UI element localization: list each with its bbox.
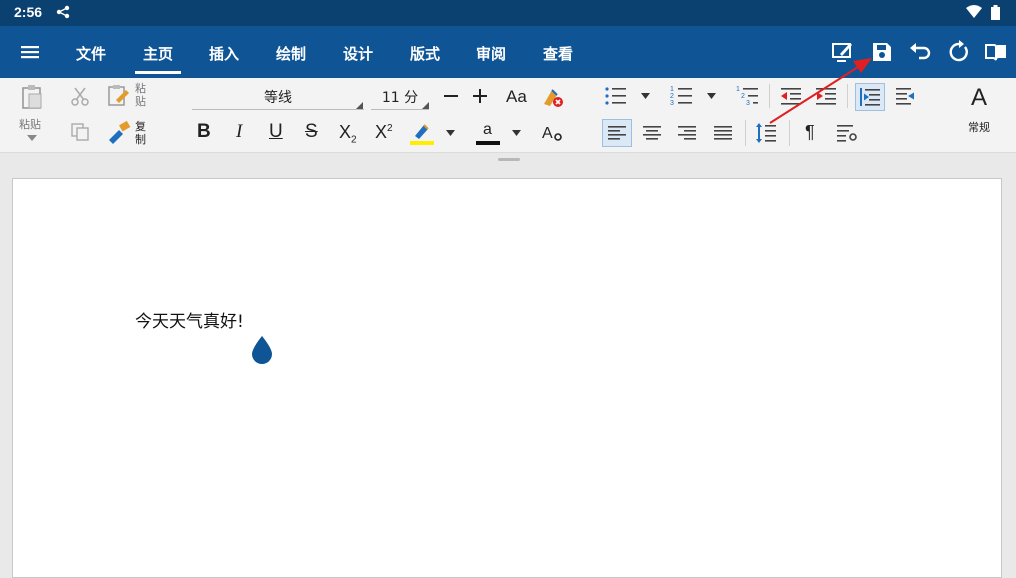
share-icon (56, 5, 70, 19)
font-size-value: 11 分 (381, 89, 419, 106)
divider (789, 120, 790, 146)
tab-home[interactable]: 主页 (134, 43, 182, 74)
hamburger-menu-icon[interactable] (18, 40, 42, 64)
paste-icon[interactable] (20, 84, 44, 110)
rtl-direction-icon[interactable] (895, 86, 917, 106)
document-page[interactable]: 今天天气真好! (12, 178, 1002, 578)
wifi-icon (966, 5, 982, 18)
save-icon[interactable] (870, 40, 894, 64)
numbered-list-icon[interactable]: 1 2 3 (670, 84, 694, 108)
styles-icon[interactable]: A (971, 84, 987, 112)
divider (847, 84, 848, 108)
font-name-dropdown-icon[interactable] (356, 102, 363, 109)
font-color-dropdown-icon[interactable] (512, 130, 521, 136)
divider (745, 120, 746, 146)
subscript-icon[interactable]: X2 (339, 122, 357, 146)
multilevel-list-icon[interactable]: 1 2 3 (736, 84, 760, 108)
ribbon-collapse-handle[interactable] (498, 158, 520, 161)
copy-icon[interactable] (70, 122, 90, 142)
highlight-dropdown-icon[interactable] (446, 130, 455, 136)
cut-icon[interactable] (70, 86, 90, 106)
increase-font-icon[interactable] (471, 87, 489, 105)
italic-icon[interactable]: I (236, 121, 242, 143)
battery-icon (991, 5, 1000, 20)
strikethrough-icon[interactable]: S (305, 121, 318, 143)
svg-text:a: a (483, 121, 492, 138)
paste-special-label: 粘贴 (135, 82, 146, 108)
divider (769, 84, 770, 108)
align-left-button[interactable] (602, 119, 632, 147)
font-size-dropdown-icon[interactable] (422, 102, 429, 109)
tab-layout[interactable]: 版式 (410, 43, 440, 64)
font-name-value: 等线 (264, 89, 292, 106)
numbered-list-dropdown-icon[interactable] (707, 93, 716, 99)
superscript-icon[interactable]: X2 (375, 122, 393, 143)
menu-bar: 文件 主页 插入 绘制 设计 版式 审阅 查看 (0, 26, 1016, 78)
svg-text:A: A (542, 125, 553, 142)
font-settings-icon[interactable]: A (541, 122, 565, 144)
font-color-icon[interactable]: a (475, 119, 501, 146)
clear-format-icon[interactable] (541, 86, 565, 108)
document-text[interactable]: 今天天气真好! (135, 307, 244, 332)
tab-view[interactable]: 查看 (543, 43, 573, 64)
justify-icon[interactable] (714, 125, 732, 141)
svg-text:1: 1 (736, 86, 740, 93)
ltr-direction-button[interactable] (855, 83, 885, 111)
paste-special-icon[interactable] (107, 84, 131, 108)
font-size-select[interactable]: 11 分 (371, 84, 429, 110)
font-name-select[interactable]: 等线 (192, 84, 364, 110)
undo-icon[interactable] (909, 40, 933, 64)
ribbon-toolbar: 粘贴 粘贴 复制 等线 11 分 Aa B I U S X2 X2 a A 1 … (0, 78, 1016, 153)
svg-text:3: 3 (746, 100, 750, 107)
copy-format-label: 复制 (135, 120, 146, 146)
svg-text:2: 2 (741, 93, 745, 100)
paste-label: 粘贴 (19, 118, 41, 131)
svg-text:3: 3 (670, 100, 674, 107)
align-center-icon[interactable] (643, 125, 661, 141)
svg-text:1: 1 (670, 86, 674, 93)
tab-insert[interactable]: 插入 (209, 43, 239, 64)
read-mode-icon[interactable] (984, 40, 1008, 64)
highlight-color-icon[interactable] (409, 120, 435, 146)
change-case-button[interactable]: Aa (506, 87, 527, 107)
format-painter-icon[interactable] (107, 120, 131, 144)
tab-review[interactable]: 审阅 (476, 43, 506, 64)
tab-draw[interactable]: 绘制 (276, 43, 306, 64)
tab-file[interactable]: 文件 (76, 43, 106, 64)
bullet-list-icon[interactable] (604, 85, 628, 107)
align-left-icon (608, 126, 626, 140)
edit-mode-icon[interactable] (831, 40, 855, 64)
svg-text:2: 2 (670, 93, 674, 100)
bullet-list-dropdown-icon[interactable] (641, 93, 650, 99)
line-spacing-icon[interactable] (755, 121, 777, 145)
decrease-indent-icon[interactable] (780, 86, 802, 106)
redo-icon[interactable] (947, 40, 971, 64)
increase-indent-icon[interactable] (815, 86, 837, 106)
status-bar: 2:56 (0, 0, 1016, 26)
align-right-icon[interactable] (678, 125, 696, 141)
bold-icon[interactable]: B (197, 121, 211, 143)
ltr-direction-icon (860, 88, 880, 106)
paste-dropdown-icon[interactable] (27, 135, 37, 141)
underline-icon[interactable]: U (269, 121, 283, 143)
status-time: 2:56 (14, 4, 43, 20)
tab-design[interactable]: 设计 (343, 43, 373, 64)
paragraph-settings-icon[interactable] (837, 123, 859, 143)
text-cursor-handle-icon[interactable] (250, 335, 274, 365)
style-label: 常规 (968, 121, 990, 134)
show-formatting-icon[interactable]: ¶ (805, 122, 815, 143)
decrease-font-icon[interactable] (442, 87, 460, 105)
